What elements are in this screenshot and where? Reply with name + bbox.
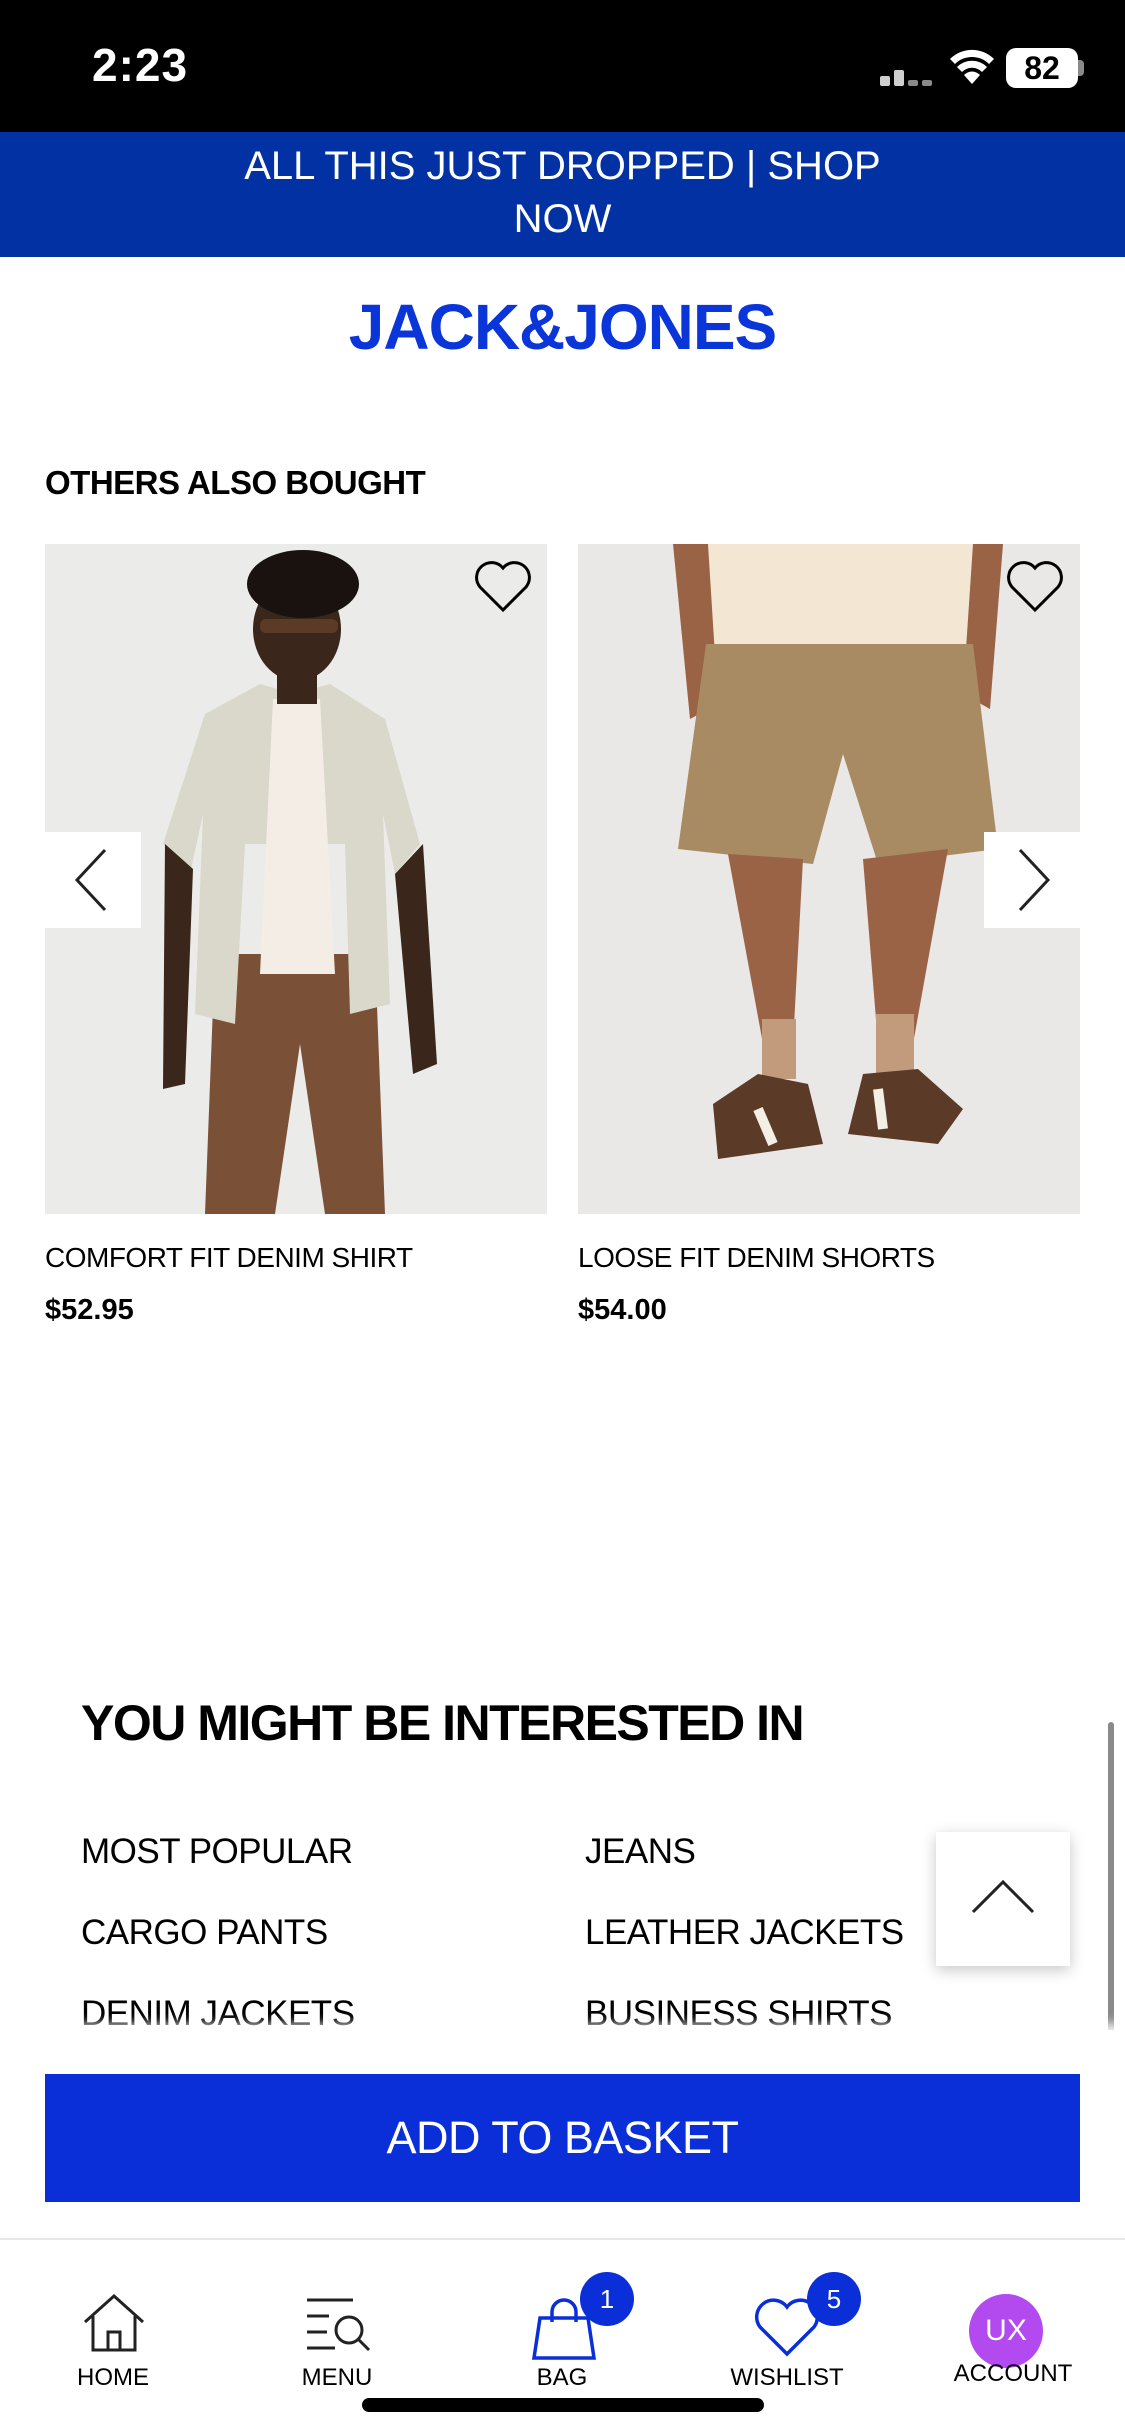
tab-home-label: HOME <box>77 2364 149 2391</box>
heart-icon[interactable] <box>1006 560 1064 614</box>
wifi-icon <box>950 49 994 84</box>
battery-indicator: 82 <box>1006 48 1078 88</box>
interested-title: YOU MIGHT BE INTERESTED IN <box>81 1695 805 1751</box>
tab-bag-label: BAG <box>536 2364 588 2391</box>
interest-link[interactable]: BUSINESS SHIRTS <box>585 1994 892 2034</box>
chevron-right-icon <box>1018 848 1051 912</box>
tab-wishlist-label: WISHLIST <box>730 2364 844 2391</box>
scrollbar[interactable] <box>1108 1722 1114 2072</box>
promo-banner[interactable]: ALL THIS JUST DROPPED | SHOP NOW <box>0 132 1125 257</box>
interest-link[interactable]: LEATHER JACKETS <box>585 1913 904 1953</box>
product-price: $54.00 <box>578 1294 667 1326</box>
carousel-next-button[interactable] <box>984 832 1080 928</box>
promo-banner-text: ALL THIS JUST DROPPED | SHOP NOW <box>244 144 881 241</box>
battery-tip <box>1078 60 1084 76</box>
add-to-basket-button[interactable]: ADD TO BASKET <box>45 2074 1080 2202</box>
interest-link[interactable]: MOST POPULAR <box>81 1832 353 1872</box>
product-name[interactable]: LOOSE FIT DENIM SHORTS <box>578 1242 935 1274</box>
home-indicator <box>362 2398 764 2412</box>
tab-menu-label: MENU <box>301 2364 373 2391</box>
interest-link[interactable]: JEANS <box>585 1832 696 1872</box>
scroll-to-top-button[interactable] <box>936 1832 1070 1966</box>
heart-icon[interactable] <box>474 560 532 614</box>
tab-home[interactable]: HOME <box>3 2238 223 2408</box>
others-also-bought-title: OTHERS ALSO BOUGHT <box>45 464 426 501</box>
product-price: $52.95 <box>45 1294 134 1326</box>
interest-link[interactable]: DENIM JACKETS <box>81 1994 355 2034</box>
tab-wishlist[interactable]: 5 WISHLIST <box>677 2238 897 2408</box>
bag-count-badge: 1 <box>580 2272 634 2326</box>
cellular-signal-icon <box>880 62 936 86</box>
tab-bag[interactable]: 1 BAG <box>452 2238 672 2408</box>
status-time: 2:23 <box>92 39 189 91</box>
brand-logo[interactable]: JACK&JONES <box>0 290 1125 364</box>
wishlist-count-badge: 5 <box>807 2272 861 2326</box>
product-name[interactable]: COMFORT FIT DENIM SHIRT <box>45 1242 413 1274</box>
chevron-up-icon <box>971 1879 1035 1914</box>
tab-menu[interactable]: MENU <box>227 2238 447 2408</box>
tab-account-label: ACCOUNT <box>953 2360 1073 2387</box>
chevron-left-icon <box>74 848 107 912</box>
home-icon <box>83 2293 145 2352</box>
account-avatar: UX <box>969 2294 1043 2368</box>
interest-link[interactable]: CARGO PANTS <box>81 1913 328 1953</box>
tab-account[interactable]: UX ACCOUNT <box>903 2238 1123 2408</box>
carousel-prev-button[interactable] <box>45 832 141 928</box>
menu-search-icon <box>307 2298 371 2352</box>
